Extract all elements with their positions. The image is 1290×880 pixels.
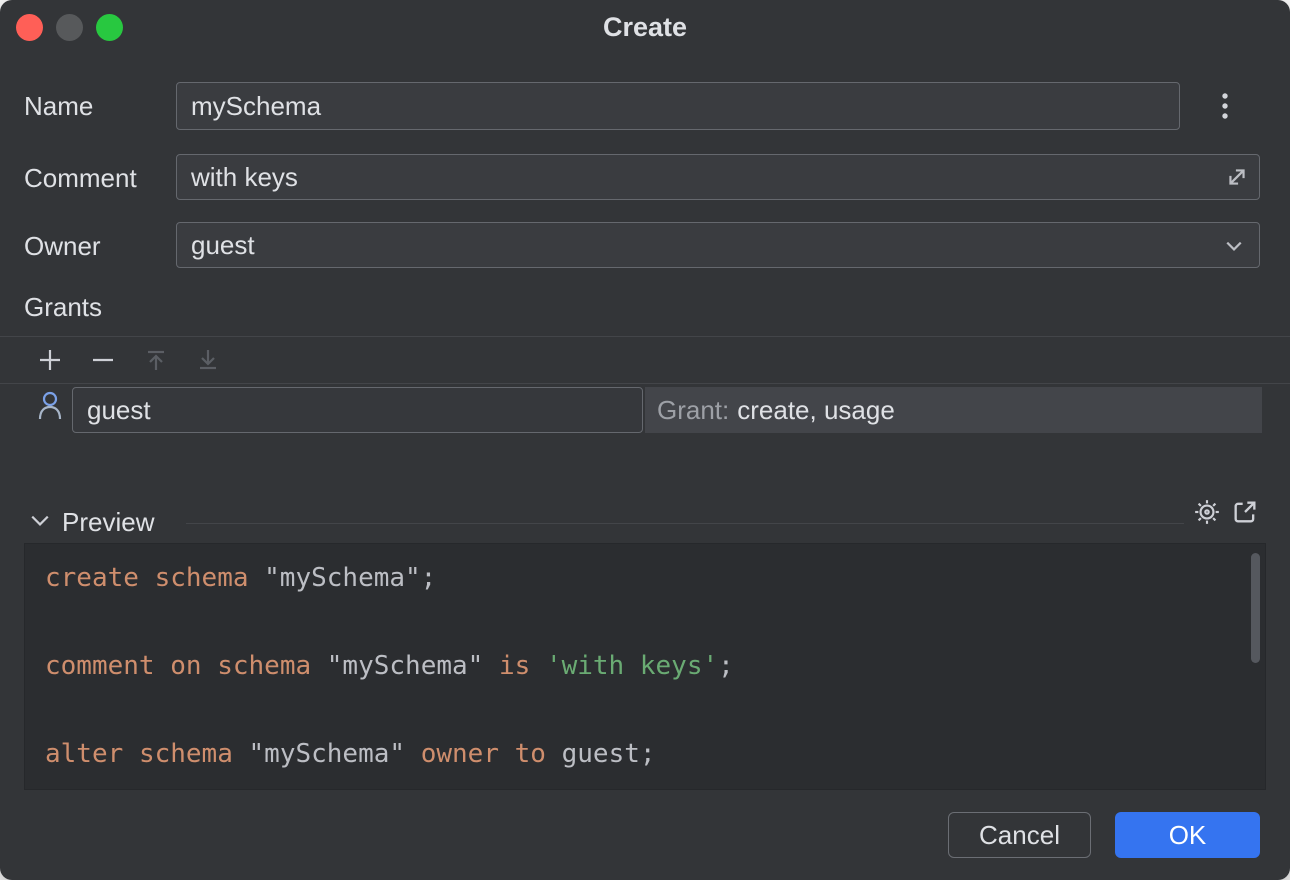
grant-prefix-label: Grant: <box>657 395 729 425</box>
sql-preview-editor: create schema "mySchema"; comment on sch… <box>24 543 1266 790</box>
move-up-icon <box>142 346 170 374</box>
code-line <box>45 600 1245 644</box>
grant-value: create, usage <box>737 395 895 425</box>
owner-select[interactable]: guest <box>176 222 1260 268</box>
remove-grant-button[interactable] <box>89 346 117 374</box>
name-input[interactable] <box>176 82 1180 130</box>
preview-separator <box>186 523 1184 524</box>
comment-label: Comment <box>24 163 137 194</box>
kebab-icon <box>1221 92 1229 120</box>
title-bar: Create <box>0 0 1290 56</box>
comment-input[interactable] <box>176 154 1260 200</box>
grants-label: Grants <box>24 292 102 323</box>
code-content: create schema "mySchema"; comment on sch… <box>25 544 1265 788</box>
move-up-button[interactable] <box>142 346 170 374</box>
external-link-icon <box>1231 498 1259 526</box>
owner-select-value: guest <box>191 230 255 260</box>
expand-comment-button[interactable] <box>1224 164 1250 190</box>
name-label: Name <box>24 91 93 122</box>
grants-toolbar <box>0 336 1290 384</box>
chevron-down-icon <box>1225 240 1243 252</box>
add-grant-button[interactable] <box>36 346 64 374</box>
code-line: create schema "mySchema"; <box>45 556 1245 600</box>
owner-label: Owner <box>24 231 101 262</box>
preview-settings-button[interactable] <box>1193 498 1221 526</box>
code-line: alter schema "mySchema" owner to guest; <box>45 732 1245 776</box>
expand-icon <box>1225 165 1249 189</box>
grant-cell[interactable]: Grant: create, usage <box>645 387 1262 433</box>
code-line <box>45 688 1245 732</box>
more-options-button[interactable] <box>1210 92 1240 120</box>
move-down-icon <box>194 346 222 374</box>
grant-row: Grant: create, usage <box>0 385 1290 435</box>
preview-label[interactable]: Preview <box>62 507 154 538</box>
plus-icon <box>36 346 64 374</box>
window-title: Create <box>0 12 1290 43</box>
user-icon <box>36 389 64 423</box>
open-in-editor-button[interactable] <box>1231 498 1259 526</box>
grant-user-input[interactable] <box>72 387 643 433</box>
move-down-button[interactable] <box>194 346 222 374</box>
scrollbar-thumb[interactable] <box>1251 553 1260 663</box>
ok-button[interactable]: OK <box>1115 812 1260 858</box>
cancel-button[interactable]: Cancel <box>948 812 1091 858</box>
minus-icon <box>89 346 117 374</box>
chevron-down-icon <box>30 514 52 527</box>
code-line: comment on schema "mySchema" is 'with ke… <box>45 644 1245 688</box>
create-dialog: Create Name Comment Owner guest <box>0 0 1290 880</box>
gear-icon <box>1193 498 1221 526</box>
preview-collapse-toggle[interactable] <box>30 514 52 528</box>
